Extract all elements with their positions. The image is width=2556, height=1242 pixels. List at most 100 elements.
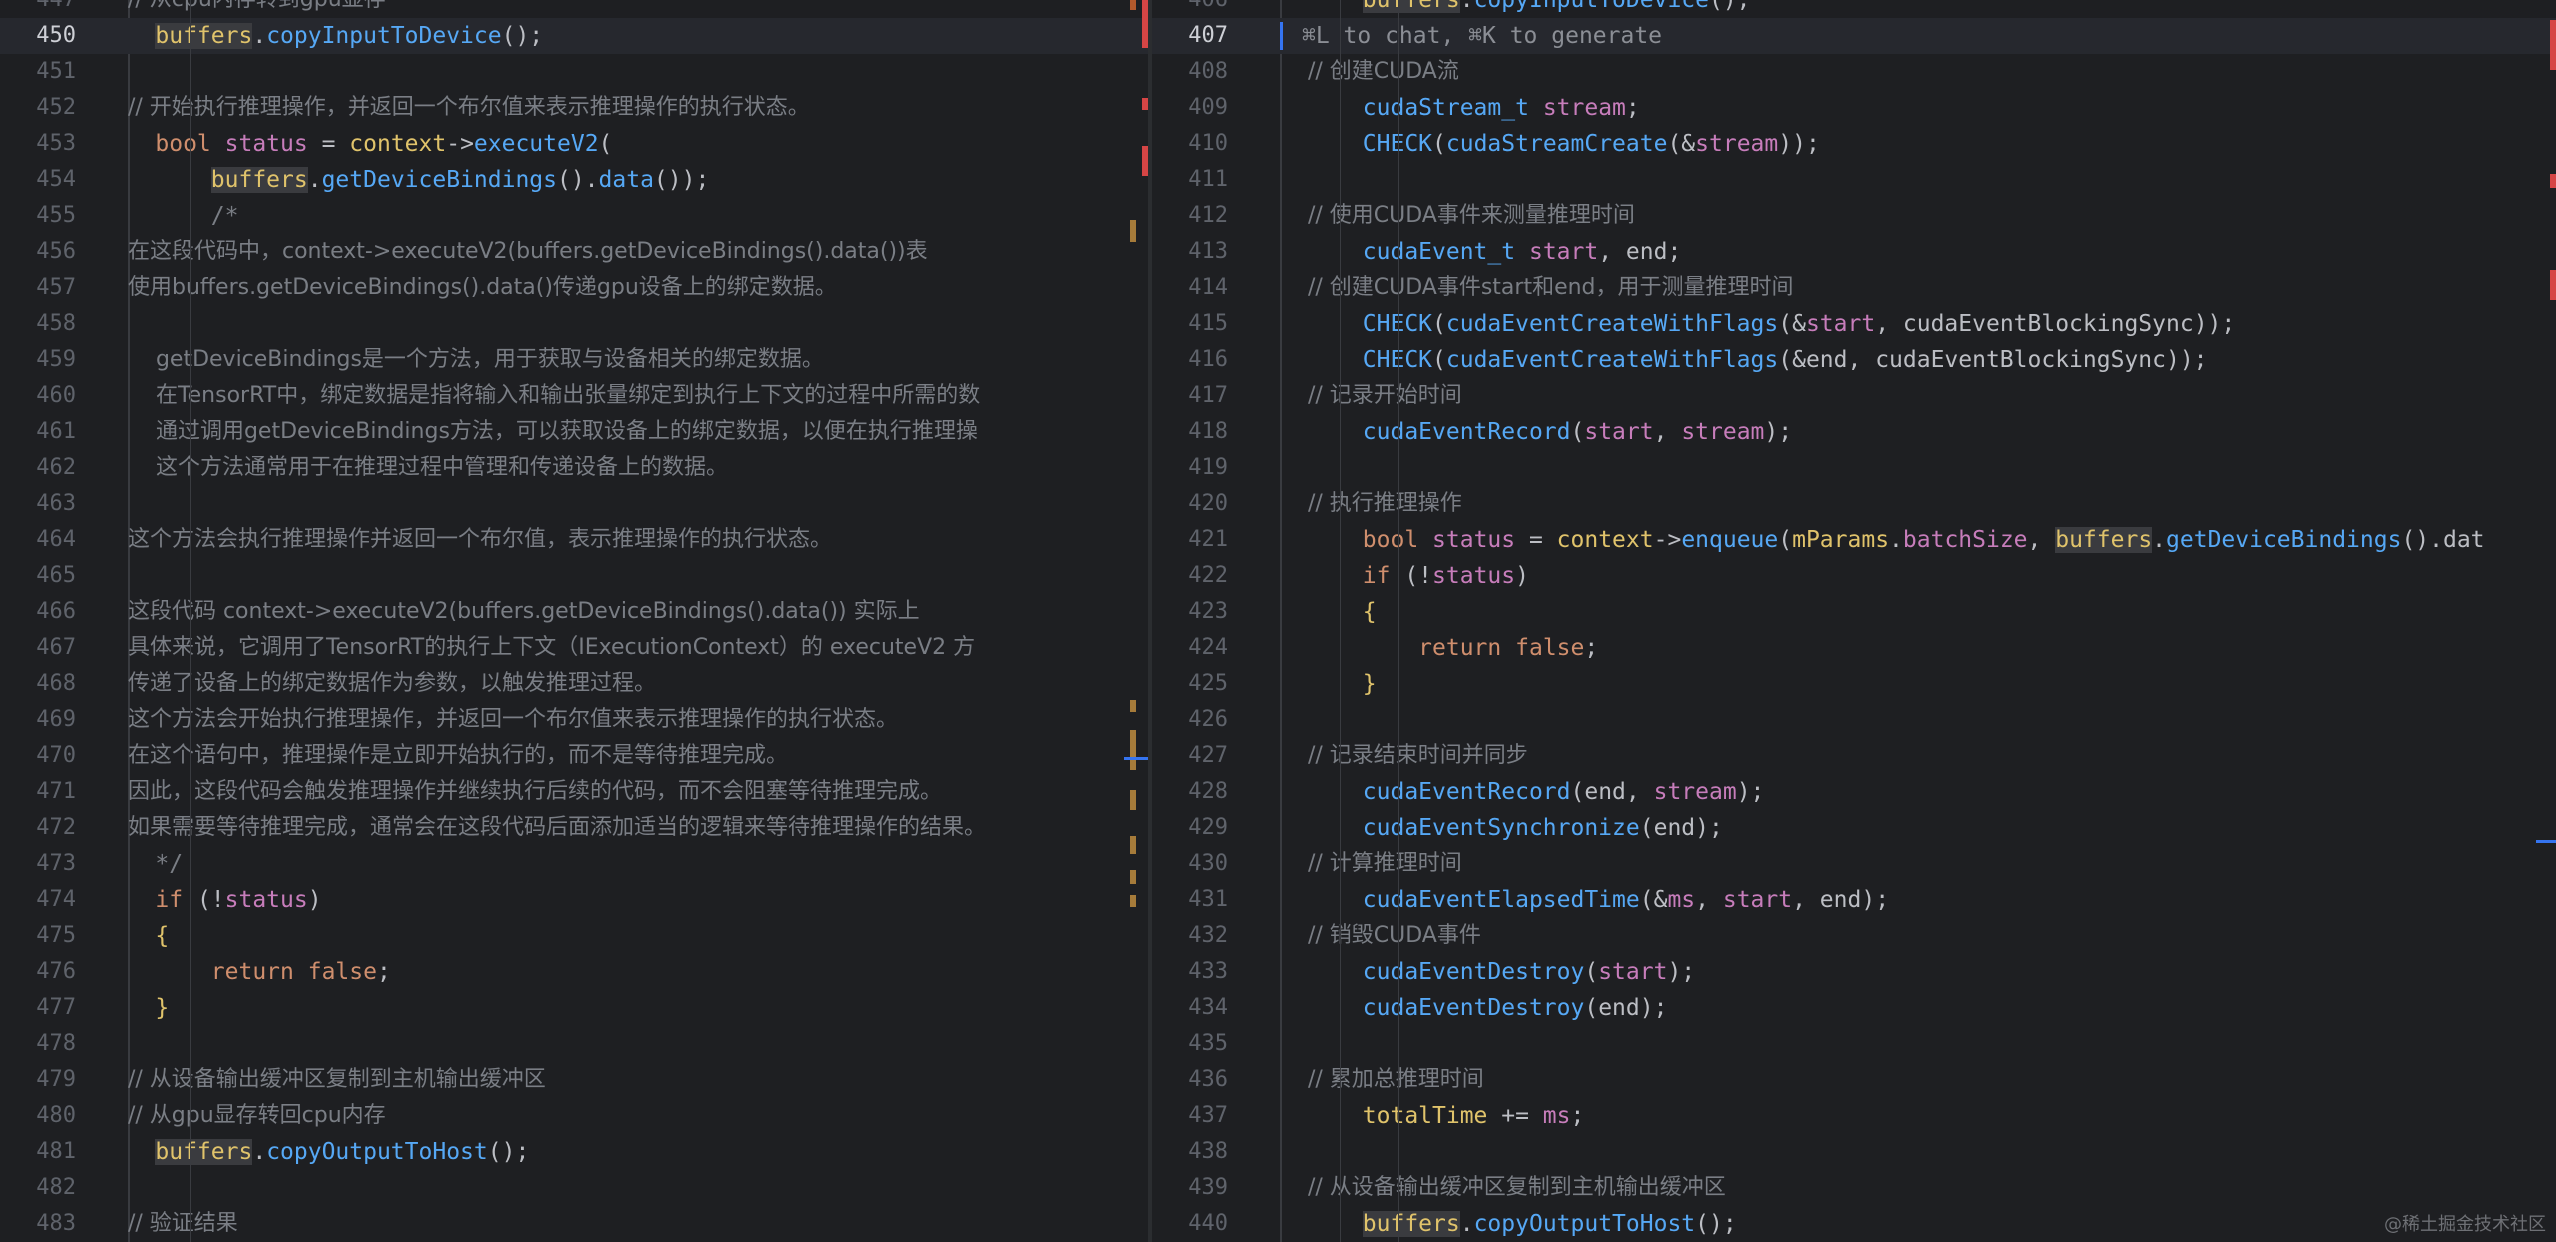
code-line[interactable]: 419: [1152, 450, 2556, 486]
code-line[interactable]: 430 // 计算推理时间: [1152, 846, 2556, 882]
code-line[interactable]: 414 // 创建CUDA事件start和end，用于测量推理时间: [1152, 270, 2556, 306]
line-number[interactable]: 481: [0, 1134, 76, 1170]
code-line[interactable]: 429 cudaEventSynchronize(end);: [1152, 810, 2556, 846]
code-line[interactable]: 421 bool status = context->enqueue(mPara…: [1152, 522, 2556, 558]
line-number[interactable]: 473: [0, 846, 76, 882]
line-number[interactable]: 480: [0, 1098, 76, 1134]
line-number[interactable]: 468: [0, 666, 76, 702]
line-number[interactable]: 450: [0, 18, 76, 54]
line-number[interactable]: 467: [0, 630, 76, 666]
line-number[interactable]: 453: [0, 126, 76, 162]
line-number[interactable]: 455: [0, 198, 76, 234]
line-number[interactable]: 463: [0, 486, 76, 522]
line-number[interactable]: 464: [0, 522, 76, 558]
code-line[interactable]: 458: [0, 306, 1148, 342]
code-line[interactable]: 480 // 从gpu显存转回cpu内存: [0, 1098, 1148, 1134]
code-line[interactable]: 418 cudaEventRecord(start, stream);: [1152, 414, 2556, 450]
line-number[interactable]: 472: [0, 810, 76, 846]
line-number[interactable]: 471: [0, 774, 76, 810]
code-line[interactable]: 408 // 创建CUDA流: [1152, 54, 2556, 90]
code-line[interactable]: 424 return false;: [1152, 630, 2556, 666]
code-line[interactable]: 477 }: [0, 990, 1148, 1026]
code-line[interactable]: 482: [0, 1170, 1148, 1206]
line-number[interactable]: 478: [0, 1026, 76, 1062]
code-line[interactable]: 410 CHECK(cudaStreamCreate(&stream));: [1152, 126, 2556, 162]
line-number[interactable]: 413: [1152, 234, 1228, 270]
code-line[interactable]: 450 buffers.copyInputToDevice();: [0, 18, 1148, 54]
code-line[interactable]: 462 这个方法通常用于在推理过程中管理和传递设备上的数据。: [0, 450, 1148, 486]
line-number[interactable]: 452: [0, 90, 76, 126]
line-number[interactable]: 421: [1152, 522, 1228, 558]
code-line[interactable]: 411: [1152, 162, 2556, 198]
code-line[interactable]: 479 // 从设备输出缓冲区复制到主机输出缓冲区: [0, 1062, 1148, 1098]
code-line[interactable]: 455 /*: [0, 198, 1148, 234]
code-line[interactable]: 453 bool status = context->executeV2(: [0, 126, 1148, 162]
line-number[interactable]: 436: [1152, 1062, 1228, 1098]
line-number[interactable]: 423: [1152, 594, 1228, 630]
code-line[interactable]: 460 在TensorRT中，绑定数据是指将输入和输出张量绑定到执行上下文的过程…: [0, 378, 1148, 414]
code-line[interactable]: 468 传递了设备上的绑定数据作为参数，以触发推理过程。: [0, 666, 1148, 702]
line-number[interactable]: 474: [0, 882, 76, 918]
code-line[interactable]: 474 if (!status): [0, 882, 1148, 918]
code-line[interactable]: 470 在这个语句中，推理操作是立即开始执行的，而不是等待推理完成。: [0, 738, 1148, 774]
line-number[interactable]: 414: [1152, 270, 1228, 306]
line-number[interactable]: 418: [1152, 414, 1228, 450]
code-line[interactable]: 406 buffers.copyInputToDevice();: [1152, 0, 2556, 18]
line-number[interactable]: 431: [1152, 882, 1228, 918]
line-number[interactable]: 432: [1152, 918, 1228, 954]
line-number[interactable]: 412: [1152, 198, 1228, 234]
code-line[interactable]: 438: [1152, 1134, 2556, 1170]
right-editor-pane[interactable]: 406 buffers.copyInputToDevice();407 ⌘L to…: [1152, 0, 2556, 1242]
line-number[interactable]: 454: [0, 162, 76, 198]
code-line[interactable]: 478: [0, 1026, 1148, 1062]
code-line[interactable]: 433 cudaEventDestroy(start);: [1152, 954, 2556, 990]
line-number[interactable]: 427: [1152, 738, 1228, 774]
line-number[interactable]: 422: [1152, 558, 1228, 594]
code-line[interactable]: 425 }: [1152, 666, 2556, 702]
code-line[interactable]: 426: [1152, 702, 2556, 738]
code-line[interactable]: 452 // 开始执行推理操作，并返回一个布尔值来表示推理操作的执行状态。: [0, 90, 1148, 126]
line-number[interactable]: 475: [0, 918, 76, 954]
line-number[interactable]: 440: [1152, 1206, 1228, 1242]
line-number[interactable]: 457: [0, 270, 76, 306]
line-number[interactable]: 439: [1152, 1170, 1228, 1206]
line-number[interactable]: 470: [0, 738, 76, 774]
line-number[interactable]: 426: [1152, 702, 1228, 738]
code-line[interactable]: 465: [0, 558, 1148, 594]
code-line[interactable]: 447 // 从cpu内存转到gpu显存: [0, 0, 1148, 18]
code-line[interactable]: 409 cudaStream_t stream;: [1152, 90, 2556, 126]
line-number[interactable]: 407: [1152, 18, 1228, 54]
line-number[interactable]: 456: [0, 234, 76, 270]
line-number[interactable]: 417: [1152, 378, 1228, 414]
code-line[interactable]: 476 return false;: [0, 954, 1148, 990]
right-scrollbar-markers[interactable]: [2536, 0, 2556, 1242]
code-line[interactable]: 466 这段代码 context->executeV2(buffers.getD…: [0, 594, 1148, 630]
line-number[interactable]: 466: [0, 594, 76, 630]
code-line[interactable]: 435: [1152, 1026, 2556, 1062]
line-number[interactable]: 434: [1152, 990, 1228, 1026]
code-line[interactable]: 471 因此，这段代码会触发推理操作并继续执行后续的代码，而不会阻塞等待推理完成…: [0, 774, 1148, 810]
code-line[interactable]: 464 这个方法会执行推理操作并返回一个布尔值，表示推理操作的执行状态。: [0, 522, 1148, 558]
code-line[interactable]: 413 cudaEvent_t start, end;: [1152, 234, 2556, 270]
code-line[interactable]: 459 getDeviceBindings是一个方法，用于获取与设备相关的绑定数…: [0, 342, 1148, 378]
line-number[interactable]: 430: [1152, 846, 1228, 882]
line-number[interactable]: 415: [1152, 306, 1228, 342]
code-line[interactable]: 420 // 执行推理操作: [1152, 486, 2556, 522]
line-number[interactable]: 429: [1152, 810, 1228, 846]
line-number[interactable]: 447: [0, 0, 76, 18]
ai-chat-hint[interactable]: ⌘L to chat, ⌘K to generate: [1302, 18, 1662, 54]
line-number[interactable]: 477: [0, 990, 76, 1026]
line-number[interactable]: 462: [0, 450, 76, 486]
code-line[interactable]: 436 // 累加总推理时间: [1152, 1062, 2556, 1098]
code-line[interactable]: 422 if (!status): [1152, 558, 2556, 594]
line-number[interactable]: 425: [1152, 666, 1228, 702]
line-number[interactable]: 437: [1152, 1098, 1228, 1134]
line-number[interactable]: 416: [1152, 342, 1228, 378]
line-number[interactable]: 419: [1152, 450, 1228, 486]
left-scrollbar-markers[interactable]: [1122, 0, 1148, 1242]
line-number[interactable]: 433: [1152, 954, 1228, 990]
code-line[interactable]: 417 // 记录开始时间: [1152, 378, 2556, 414]
code-line[interactable]: 454 buffers.getDeviceBindings().data());: [0, 162, 1148, 198]
code-line[interactable]: 440 buffers.copyOutputToHost();: [1152, 1206, 2556, 1242]
line-number[interactable]: 408: [1152, 54, 1228, 90]
